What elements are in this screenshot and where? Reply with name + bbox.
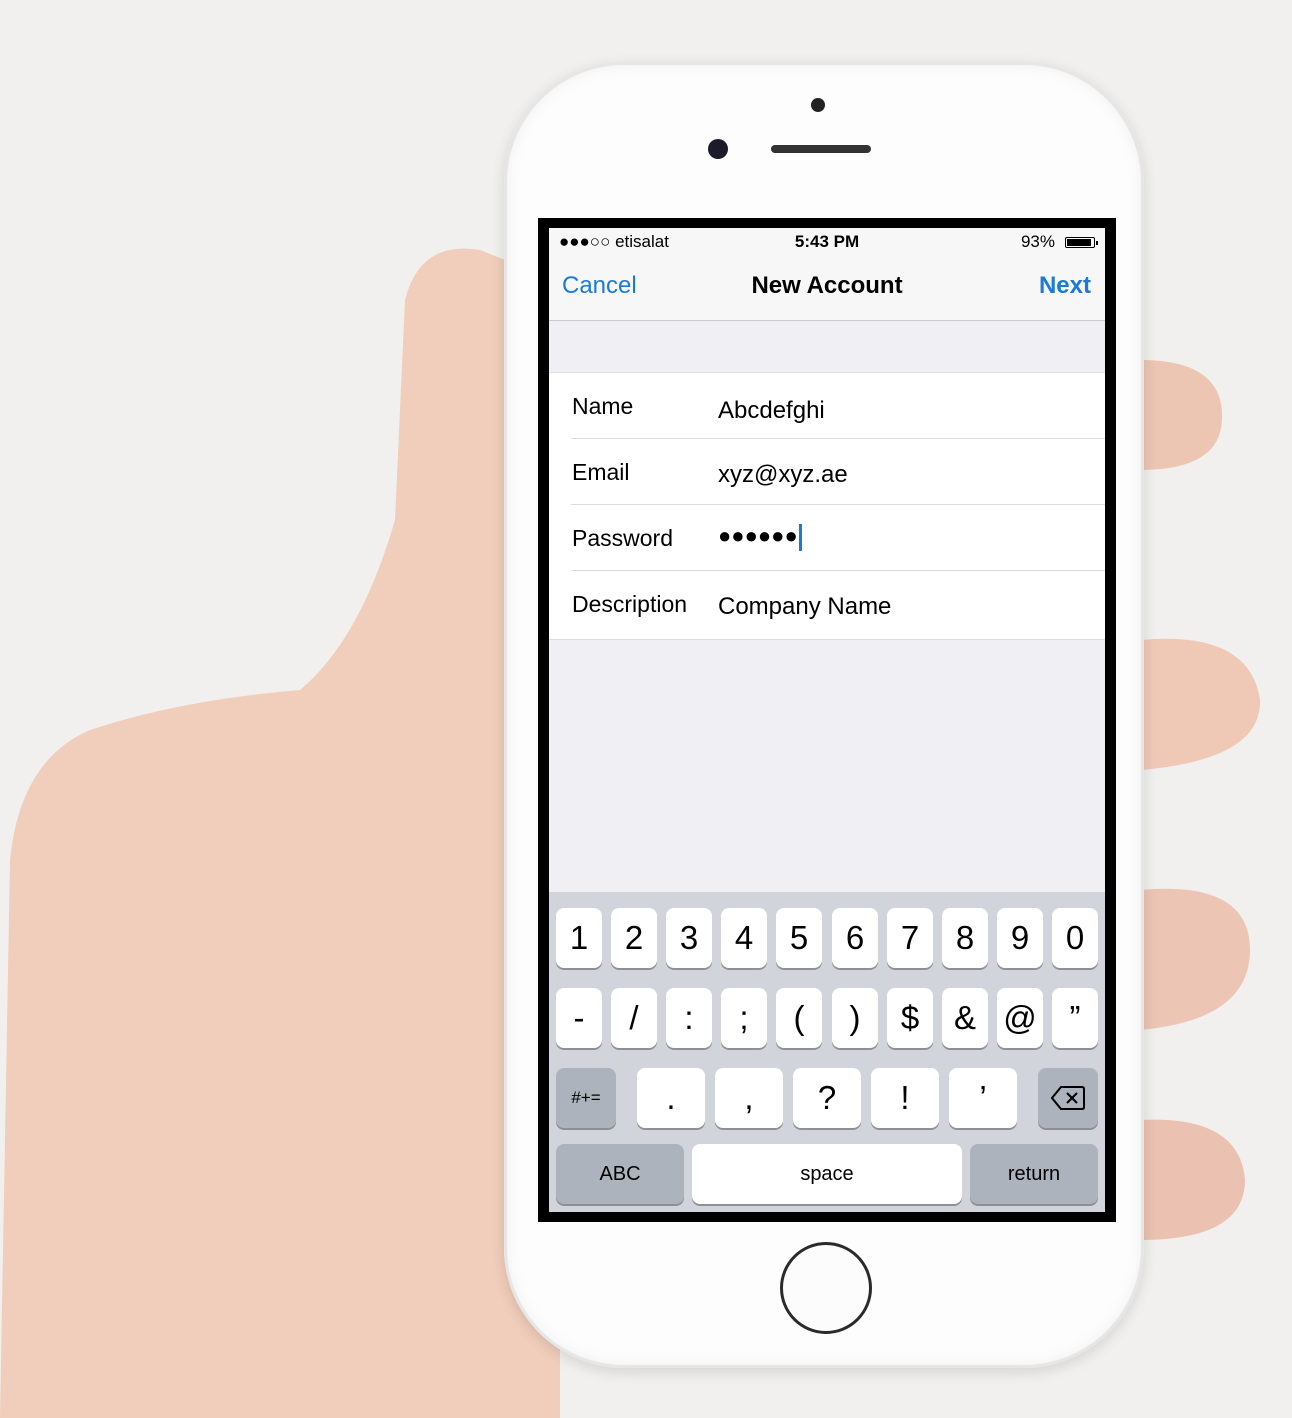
- name-row[interactable]: Name Abcdefghi: [549, 373, 1105, 439]
- key-question[interactable]: ?: [793, 1068, 861, 1128]
- key-9[interactable]: 9: [997, 908, 1043, 968]
- password-field[interactable]: ●●●●●●: [718, 523, 802, 551]
- name-field[interactable]: Abcdefghi: [718, 397, 825, 425]
- key-7[interactable]: 7: [887, 908, 933, 968]
- key-open-paren[interactable]: (: [776, 988, 822, 1048]
- abc-key[interactable]: ABC: [556, 1144, 684, 1204]
- key-2[interactable]: 2: [611, 908, 657, 968]
- name-label: Name: [572, 393, 634, 419]
- key-comma[interactable]: ,: [715, 1068, 783, 1128]
- key-apostrophe[interactable]: ’: [949, 1068, 1017, 1128]
- page-title: New Account: [751, 272, 903, 299]
- password-dots: ●●●●●●: [718, 523, 798, 548]
- backspace-icon: [1050, 1086, 1085, 1110]
- key-at[interactable]: @: [997, 988, 1043, 1048]
- email-field[interactable]: xyz@xyz.ae: [718, 461, 848, 489]
- key-period[interactable]: .: [637, 1068, 705, 1128]
- key-6[interactable]: 6: [832, 908, 878, 968]
- key-slash[interactable]: /: [611, 988, 657, 1048]
- password-row[interactable]: Password ●●●●●●: [549, 505, 1105, 571]
- account-form: Name Abcdefghi Email xyz@xyz.ae Password…: [549, 372, 1105, 640]
- key-0[interactable]: 0: [1052, 908, 1098, 968]
- display: ●●●○○ etisalat 5:43 PM 93% Cancel New Ac…: [549, 228, 1105, 1212]
- next-button[interactable]: Next: [1039, 272, 1091, 300]
- navigation-bar: Cancel New Account Next: [549, 256, 1105, 321]
- earpiece-speaker-icon: [771, 145, 871, 153]
- key-8[interactable]: 8: [942, 908, 988, 968]
- key-quote[interactable]: ”: [1052, 988, 1098, 1048]
- front-camera-icon: [708, 139, 728, 159]
- return-key[interactable]: return: [970, 1144, 1098, 1204]
- key-ampersand[interactable]: &: [942, 988, 988, 1048]
- battery-icon: [1065, 237, 1098, 248]
- hand-icon: [0, 248, 560, 1418]
- keyboard: 1 2 3 4 5 6 7 8 9 0 - / : ; ( ) $ & @ ” …: [549, 892, 1105, 1212]
- text-cursor: [798, 523, 802, 551]
- proximity-sensor-icon: [811, 98, 825, 112]
- email-label: Email: [572, 459, 630, 485]
- key-3[interactable]: 3: [666, 908, 712, 968]
- key-dollar[interactable]: $: [887, 988, 933, 1048]
- key-4[interactable]: 4: [721, 908, 767, 968]
- password-label: Password: [572, 525, 673, 551]
- key-colon[interactable]: :: [666, 988, 712, 1048]
- symbols-key[interactable]: #+=: [556, 1068, 616, 1128]
- space-key[interactable]: space: [692, 1144, 962, 1204]
- status-bar: ●●●○○ etisalat 5:43 PM 93%: [549, 228, 1105, 256]
- email-row[interactable]: Email xyz@xyz.ae: [549, 439, 1105, 505]
- key-semicolon[interactable]: ;: [721, 988, 767, 1048]
- home-button[interactable]: [780, 1242, 872, 1334]
- description-label: Description: [572, 591, 688, 617]
- key-5[interactable]: 5: [776, 908, 822, 968]
- key-hyphen[interactable]: -: [556, 988, 602, 1048]
- key-1[interactable]: 1: [556, 908, 602, 968]
- key-close-paren[interactable]: ): [832, 988, 878, 1048]
- description-row[interactable]: Description Company Name: [549, 571, 1105, 637]
- battery-percent: 93%: [1020, 232, 1055, 251]
- key-exclamation[interactable]: !: [871, 1068, 939, 1128]
- backspace-key[interactable]: [1038, 1068, 1098, 1128]
- description-field[interactable]: Company Name: [718, 593, 891, 621]
